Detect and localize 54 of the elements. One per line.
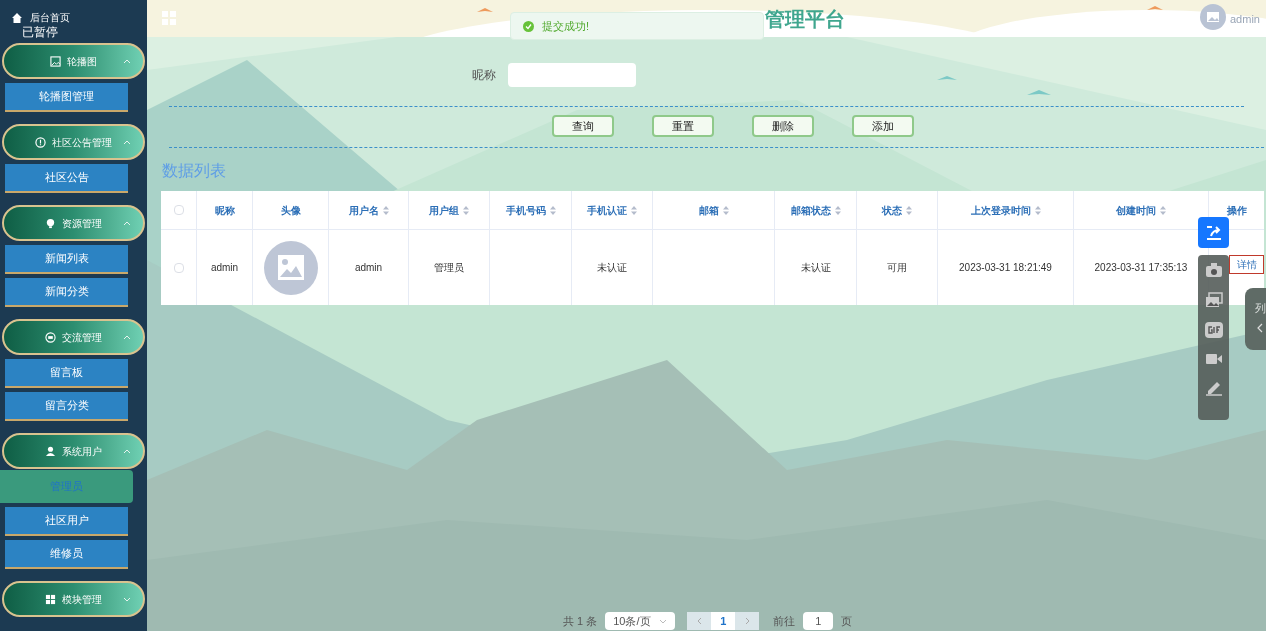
goto-label: 前往 [773, 613, 796, 629]
action-button[interactable]: 查询 [552, 115, 614, 137]
menu-group-header[interactable]: 资源管理 [2, 205, 145, 241]
column-header[interactable]: 邮箱状态 [790, 202, 841, 218]
menu-group-header[interactable]: 系统用户 [2, 433, 145, 469]
menu-item[interactable]: 社区公告 [5, 164, 128, 193]
username: admin [1230, 12, 1260, 27]
column-header: 昵称 [214, 203, 235, 218]
table-cell-text: admin [210, 261, 239, 275]
menu-item[interactable]: 留言分类 [5, 392, 128, 421]
column-header[interactable]: 邮箱 [698, 202, 729, 218]
menu-item[interactable]: 轮播图管理 [5, 83, 128, 112]
menu-item[interactable]: 新闻分类 [5, 278, 128, 307]
column-header[interactable]: 创建时间 [1116, 202, 1166, 218]
column-header[interactable]: 用户名 [348, 202, 389, 218]
side-tab[interactable]: 列 [1245, 288, 1266, 350]
total-count: 共 1 条 [563, 613, 598, 629]
menu-item[interactable]: 留言板 [5, 359, 128, 388]
menu-group-header[interactable]: 轮播图 [2, 43, 145, 79]
column-header: 操作 [1226, 203, 1247, 218]
action-button[interactable]: 重置 [652, 115, 714, 137]
column-header[interactable]: 用户组 [429, 202, 469, 218]
column-header[interactable]: 状态 [882, 202, 912, 218]
table-cell-text: 2023-03-31 18:21:49 [959, 261, 1052, 275]
table-cell-text: 可用 [887, 261, 907, 275]
menu-item[interactable]: 新闻列表 [5, 245, 128, 274]
table-cell-text: 未认证 [800, 261, 831, 275]
table-cell-text: 管理员 [434, 261, 464, 275]
menu-group-header[interactable]: 交流管理 [2, 319, 145, 355]
column-header[interactable]: 上次登录时间 [970, 202, 1041, 218]
details-button[interactable]: 详情 [1229, 255, 1264, 274]
page-title: 管理平台 [765, 7, 845, 32]
field-label: 昵称 [472, 67, 496, 84]
menu-group-header[interactable]: 社区公告管理 [2, 124, 145, 160]
action-button[interactable]: 添加 [852, 115, 914, 137]
home-link[interactable]: 后台首页 [12, 10, 147, 25]
page-suffix: 页 [841, 613, 853, 629]
column-header[interactable]: 手机号码 [505, 202, 556, 218]
paused-label: 已暂停 [22, 25, 59, 39]
section-title: 数据列表 [162, 161, 227, 181]
table-cell-text: 2023-03-31 17:35:13 [1094, 261, 1188, 275]
column-header[interactable]: 手机认证 [587, 202, 637, 218]
table-cell-text: 未认证 [597, 261, 627, 275]
toast-message: 提交成功! [542, 18, 590, 34]
table-cell-text: admin [354, 261, 383, 275]
action-button[interactable]: 删除 [752, 115, 814, 137]
menu-item[interactable]: 社区用户 [5, 507, 128, 536]
menu-item[interactable]: 维修员 [5, 540, 128, 569]
goto-page-field[interactable]: 1 [803, 612, 834, 630]
side-tab-label: 列 [1254, 301, 1266, 316]
page-button[interactable]: 1 [711, 612, 736, 630]
menu-group-header[interactable]: 模块管理 [2, 581, 145, 617]
column-header: 头像 [280, 203, 301, 218]
page-size-select[interactable]: 10条/页 [605, 612, 676, 630]
